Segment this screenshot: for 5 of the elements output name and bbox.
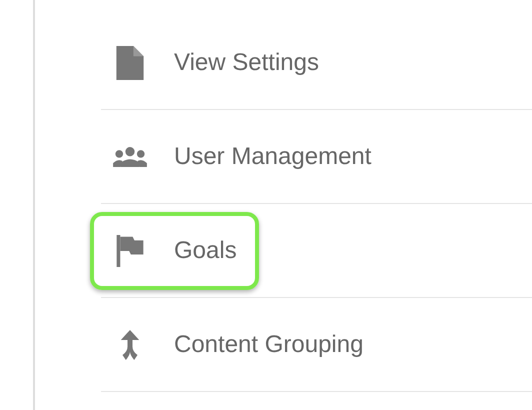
people-icon [112, 146, 148, 166]
menu-item[interactable]: User Management [90, 118, 394, 196]
menu-item[interactable]: Content Grouping [90, 306, 386, 384]
highlighted-menu-item[interactable]: Goals [90, 212, 259, 290]
menu-item[interactable]: View Settings [90, 24, 341, 102]
